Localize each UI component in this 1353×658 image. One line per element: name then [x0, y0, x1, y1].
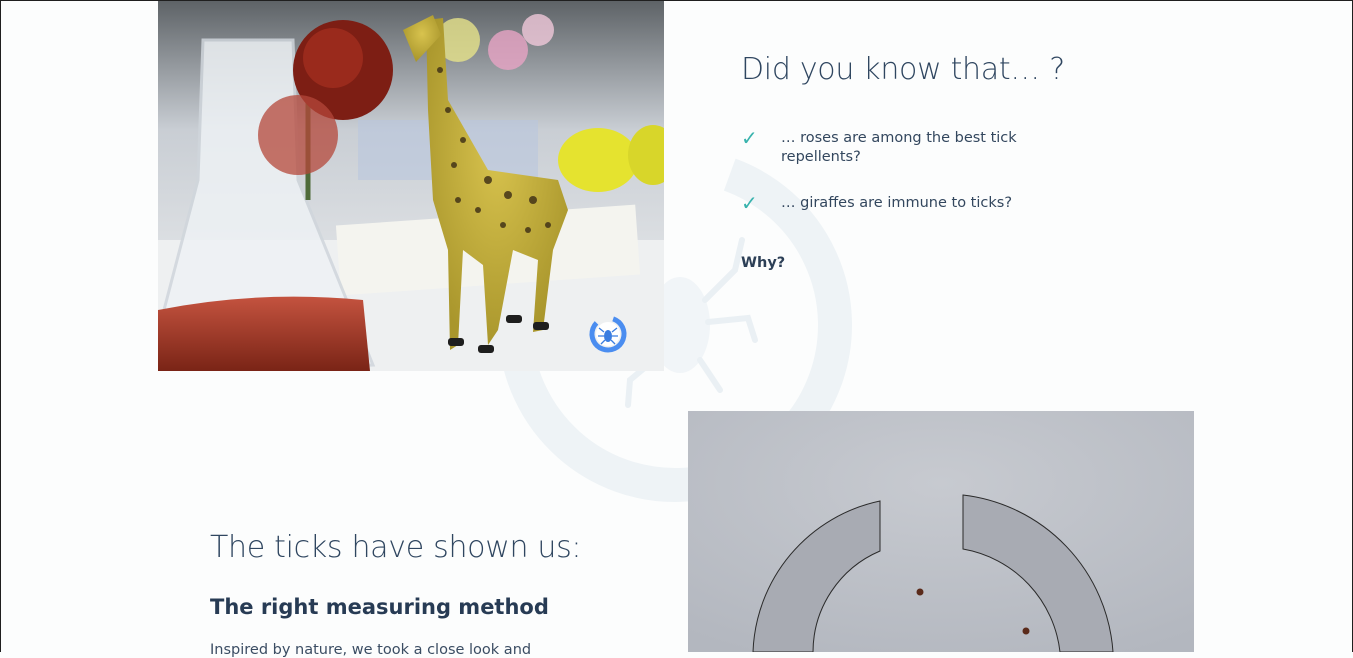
fact-text: … roses are among the best tick repellen…: [781, 130, 1017, 165]
measuring-method-title: The right measuring method: [210, 595, 549, 619]
intro-text: Inspired by nature, we took a close look…: [210, 642, 532, 658]
fact-item-roses: ✓ … roses are among the best tick repell…: [741, 126, 1051, 167]
tick-logo-icon: [587, 313, 629, 355]
tick-test-photo: [688, 411, 1194, 652]
fact-text: … giraffes are immune to ticks?: [781, 195, 1013, 211]
check-icon: ✓: [741, 126, 758, 150]
fact-item-giraffes: ✓ … giraffes are immune to ticks?: [741, 191, 1051, 215]
check-icon: ✓: [741, 191, 758, 215]
ticks-section-title: The ticks have shown us:: [210, 530, 582, 565]
giraffe-rose-photo: [158, 0, 664, 371]
why-label: Why?: [741, 255, 786, 271]
did-you-know-title: Did you know that… ?: [741, 52, 1065, 87]
